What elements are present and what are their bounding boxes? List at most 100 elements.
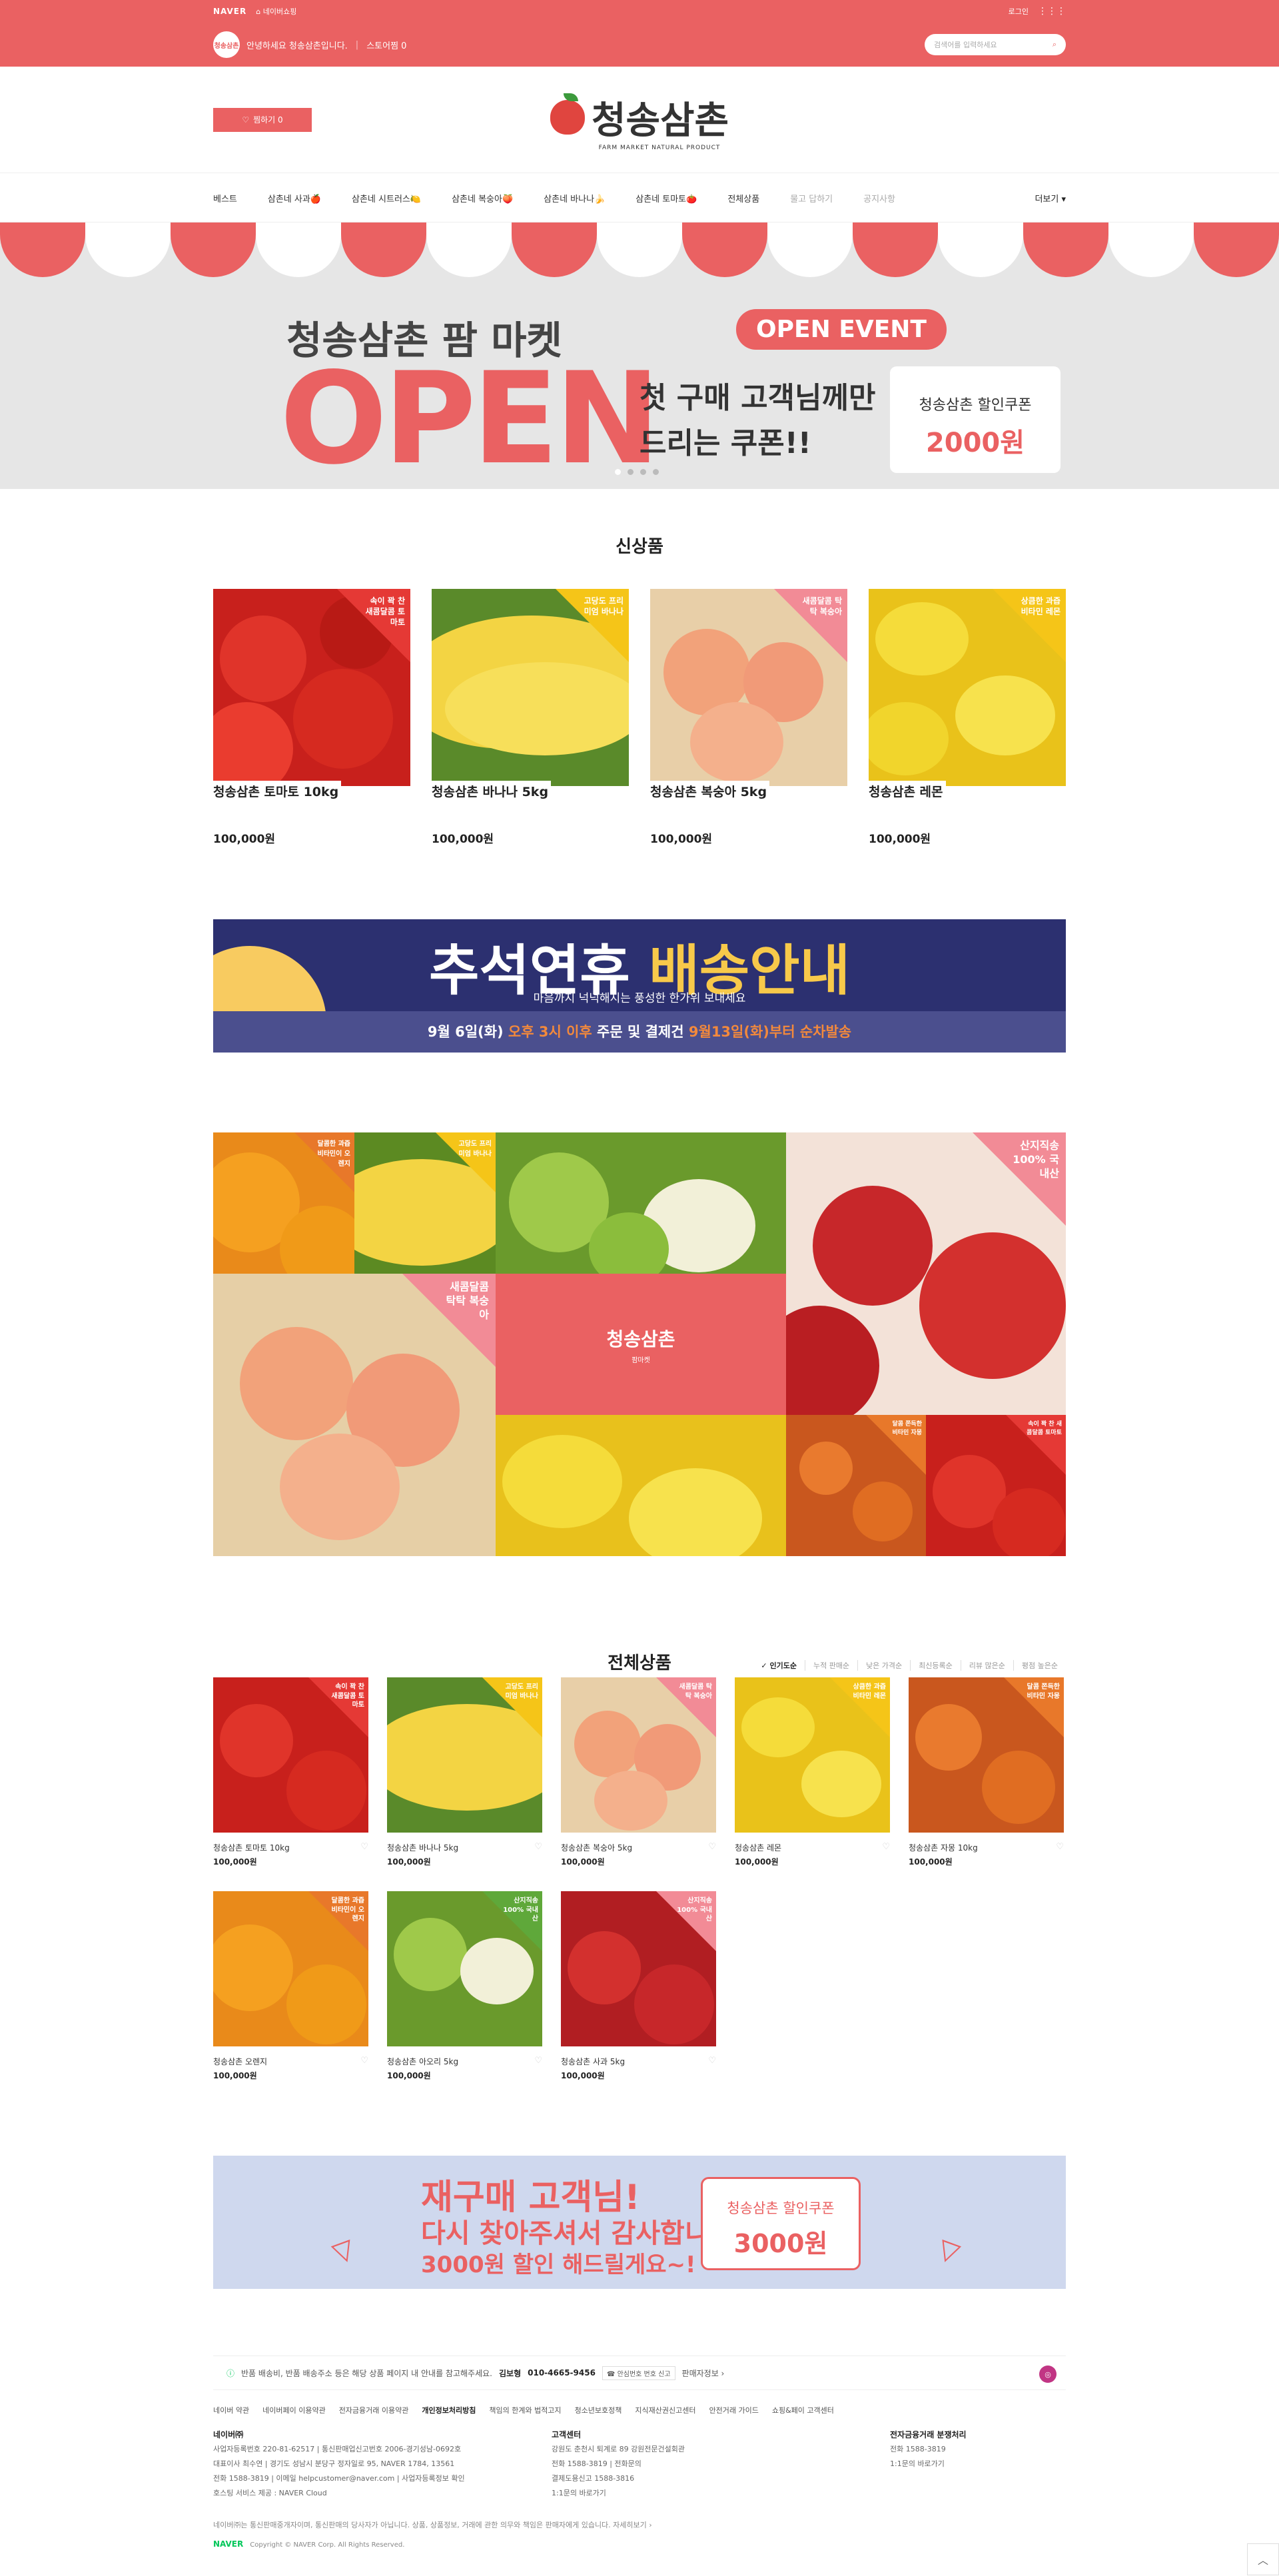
nav-apple[interactable]: 삼촌네 사과🍎 <box>268 192 321 205</box>
heart-icon[interactable]: ♡ <box>708 1842 716 1853</box>
search-icon[interactable]: ⌕ <box>1053 40 1057 49</box>
nav-best[interactable]: 베스트 <box>213 192 237 205</box>
footer-link[interactable]: 네이버 약관 <box>213 2405 249 2415</box>
product-name[interactable]: 청송삼촌 복숭아 5kg <box>561 1842 632 1853</box>
repurchase-coupon-banner[interactable]: 재구매 고객님! 다시 찾아주셔서 감사합니다! 3000원 할인 해드릴게요~… <box>213 2156 1066 2289</box>
nav-banana[interactable]: 삼촌네 바나나🍌 <box>544 192 605 205</box>
collage-green-apple[interactable] <box>496 1132 786 1274</box>
nav-qna[interactable]: 물고 답하기 <box>790 192 833 205</box>
product-card[interactable]: 속이 꽉 찬 새콤달콤 토마토 청송삼촌 토마토 10kg 100,000원 <box>213 589 410 846</box>
carousel-dot[interactable] <box>615 469 621 475</box>
safe-number-button[interactable]: ☎ 안심번호 번호 신고 <box>602 2365 675 2380</box>
product-image-peach[interactable]: 새콤달콤 탁탁 복숭아 <box>561 1677 716 1833</box>
product-image-orange[interactable]: 달콤한 과즙 비타민이 오렌지 <box>213 1891 368 2046</box>
seller-info-link[interactable]: 판매자정보 › <box>682 2367 725 2379</box>
footer-line-link[interactable]: 1:1문의 바로가기 <box>552 2486 890 2501</box>
naver-logo[interactable]: NAVER <box>213 7 246 16</box>
collage-orange[interactable]: 달콤한 과즙 비타민이 오렌지 <box>213 1132 354 1274</box>
product-image-tomato[interactable]: 속이 꽉 찬 새콤달콤 토마토 <box>213 1677 368 1833</box>
footer-line-link[interactable]: 1:1문의 바로가기 <box>890 2457 1066 2471</box>
footer-link[interactable]: 책임의 한계와 법적고지 <box>489 2405 561 2415</box>
collage-brand-tile[interactable]: 청송삼촌 팜마켓 <box>496 1274 786 1415</box>
footer-link[interactable]: 청소년보호정책 <box>575 2405 622 2415</box>
like-button[interactable]: ♡ 찜하기 0 <box>213 107 312 132</box>
nav-all-products[interactable]: 전체상품 <box>727 192 759 205</box>
footer-link-privacy[interactable]: 개인정보처리방침 <box>422 2405 476 2415</box>
product-name[interactable]: 청송삼촌 자몽 10kg <box>909 1842 978 1853</box>
footer-link[interactable]: 전자금융거래 이용약관 <box>339 2405 409 2415</box>
heart-icon[interactable]: ♡ <box>1056 1842 1064 1853</box>
carousel-dot[interactable] <box>628 469 634 475</box>
sort-newest[interactable]: 최신등록순 <box>910 1660 961 1671</box>
sort-low-price[interactable]: 낮은 가격순 <box>857 1660 910 1671</box>
product-image-peach[interactable]: 새콤달콤 탁탁 복숭아 <box>650 589 847 786</box>
heart-icon[interactable]: ♡ <box>534 2056 542 2067</box>
footer-link[interactable]: 쇼핑&페이 고객센터 <box>772 2405 834 2415</box>
nav-peach[interactable]: 삼촌네 복숭아🍑 <box>452 192 513 205</box>
naver-shopping-link[interactable]: ⌂ 네이버쇼핑 <box>256 6 296 17</box>
product-name[interactable]: 청송삼촌 복숭아 5kg <box>650 781 770 800</box>
brand-logo[interactable]: 청송삼촌 FARM MARKET NATURAL PRODUCT <box>550 91 729 151</box>
heart-icon[interactable]: ♡ <box>882 1842 890 1853</box>
product-card[interactable]: 새콤달콤 탁탁 복숭아 청송삼촌 복숭아 5kg ♡ 100,000원 <box>561 1677 716 1867</box>
scroll-to-top-button[interactable]: ︿ <box>1247 2543 1279 2575</box>
instagram-icon[interactable]: ◎ <box>1039 2365 1057 2383</box>
hero-banner[interactable]: 청송삼촌 팜 마켓 OPEN OPEN EVENT 첫 구매 고객님께만 드리는… <box>0 222 1279 489</box>
sort-popular[interactable]: ✓ 인기도순 <box>753 1660 805 1671</box>
footer-link[interactable]: 지식재산권신고센터 <box>635 2405 695 2415</box>
sort-rating[interactable]: 평점 높은순 <box>1013 1660 1066 1671</box>
product-image-lemon[interactable]: 상큼한 과즙 비타민 레몬 <box>869 589 1066 786</box>
product-name[interactable]: 청송삼촌 레몬 <box>869 781 946 800</box>
heart-icon[interactable]: ♡ <box>534 1842 542 1853</box>
product-card[interactable]: 달콤 쫀득한 비타민 자몽 청송삼촌 자몽 10kg ♡ 100,000원 <box>909 1677 1064 1867</box>
product-name[interactable]: 청송삼촌 사과 5kg <box>561 2056 625 2067</box>
store-avatar[interactable]: 청송삼촌 <box>213 31 240 58</box>
nav-more-button[interactable]: 더보기 ▾ <box>1035 192 1066 205</box>
heart-icon[interactable]: ♡ <box>360 2056 368 2067</box>
product-name[interactable]: 청송삼촌 아오리 5kg <box>387 2056 458 2067</box>
login-link[interactable]: 로그인 <box>1009 6 1029 17</box>
product-card[interactable]: 상큼한 과즙 비타민 레몬 청송삼촌 레몬 ♡ 100,000원 <box>735 1677 890 1867</box>
product-card[interactable]: 달콤한 과즙 비타민이 오렌지 청송삼촌 오렌지 ♡ 100,000원 <box>213 1891 368 2081</box>
product-name[interactable]: 청송삼촌 토마토 10kg <box>213 1842 290 1853</box>
footer-link[interactable]: 네이버페이 이용약관 <box>262 2405 326 2415</box>
product-card[interactable]: 고당도 프리미엄 바나나 청송삼촌 바나나 5kg 100,000원 <box>432 589 629 846</box>
collage-banana[interactable]: 고당도 프리미엄 바나나 <box>354 1132 496 1274</box>
heart-icon[interactable]: ♡ <box>360 1842 368 1853</box>
nav-tomato[interactable]: 삼촌네 토마토🍅 <box>636 192 697 205</box>
collage-persimmon-tomato[interactable]: 달콤 쫀득한 비타민 자몽 속이 꽉 찬 새콤달콤 토마토 <box>786 1415 1066 1556</box>
heart-icon[interactable]: ♡ <box>708 2056 716 2067</box>
carousel-dot[interactable] <box>653 469 659 475</box>
collage-lemon[interactable] <box>496 1415 786 1556</box>
product-card[interactable]: 상큼한 과즙 비타민 레몬 청송삼촌 레몬 100,000원 <box>869 589 1066 846</box>
product-name[interactable]: 청송삼촌 바나나 5kg <box>387 1842 458 1853</box>
nav-citrus[interactable]: 삼촌네 시트러스🍋 <box>352 192 421 205</box>
sort-sales[interactable]: 누적 판매순 <box>804 1660 857 1671</box>
product-card[interactable]: 새콤달콤 탁탁 복숭아 청송삼촌 복숭아 5kg 100,000원 <box>650 589 847 846</box>
store-like-count[interactable]: 스토어찜 0 <box>366 39 406 51</box>
nav-notice[interactable]: 공지사항 <box>863 192 895 205</box>
product-card[interactable]: 산지직송 100% 국내산 청송삼촌 사과 5kg ♡ 100,000원 <box>561 1891 716 2081</box>
product-image-grapefruit[interactable]: 달콤 쫀득한 비타민 자몽 <box>909 1677 1064 1833</box>
product-image-apple[interactable]: 산지직송 100% 국내산 <box>561 1891 716 2046</box>
collage-red-apple[interactable]: 산지직송 100% 국내산 <box>786 1132 1066 1415</box>
collage-peach[interactable]: 새콤달콤 탁탁 복숭아 <box>213 1274 496 1556</box>
product-image-banana[interactable]: 고당도 프리미엄 바나나 <box>432 589 629 786</box>
product-card[interactable]: 산지직송 100% 국내산 청송삼촌 아오리 5kg ♡ 100,000원 <box>387 1891 542 2081</box>
product-name[interactable]: 청송삼촌 바나나 5kg <box>432 781 552 800</box>
search-input[interactable]: 검색어를 입력하세요 ⌕ <box>925 34 1066 55</box>
talk-phone[interactable]: 010-4665-9456 <box>528 2368 596 2377</box>
collage-tomato[interactable]: 속이 꽉 찬 새콤달콤 토마토 <box>926 1415 1066 1556</box>
product-image-tomato[interactable]: 속이 꽉 찬 새콤달콤 토마토 <box>213 589 410 786</box>
footer-link[interactable]: 안전거래 가이드 <box>709 2405 759 2415</box>
collage-persimmon[interactable]: 달콤 쫀득한 비타민 자몽 <box>786 1415 926 1556</box>
product-image-banana[interactable]: 고당도 프리미엄 바나나 <box>387 1677 542 1833</box>
chuseok-shipping-banner[interactable]: 추석연휴 배송안내 마음까지 넉넉해지는 풍성한 한가위 보내세요 9월 6일(… <box>213 919 1066 1053</box>
product-name[interactable]: 청송삼촌 토마토 10kg <box>213 781 342 800</box>
product-image-lemon[interactable]: 상큼한 과즙 비타민 레몬 <box>735 1677 890 1833</box>
product-image-green-apple[interactable]: 산지직송 100% 국내산 <box>387 1891 542 2046</box>
carousel-dot[interactable] <box>640 469 646 475</box>
product-card[interactable]: 속이 꽉 찬 새콤달콤 토마토 청송삼촌 토마토 10kg ♡ 100,000원 <box>213 1677 368 1867</box>
product-name[interactable]: 청송삼촌 오렌지 <box>213 2056 267 2067</box>
apps-grid-icon[interactable]: ⋮⋮⋮ <box>1038 6 1066 17</box>
